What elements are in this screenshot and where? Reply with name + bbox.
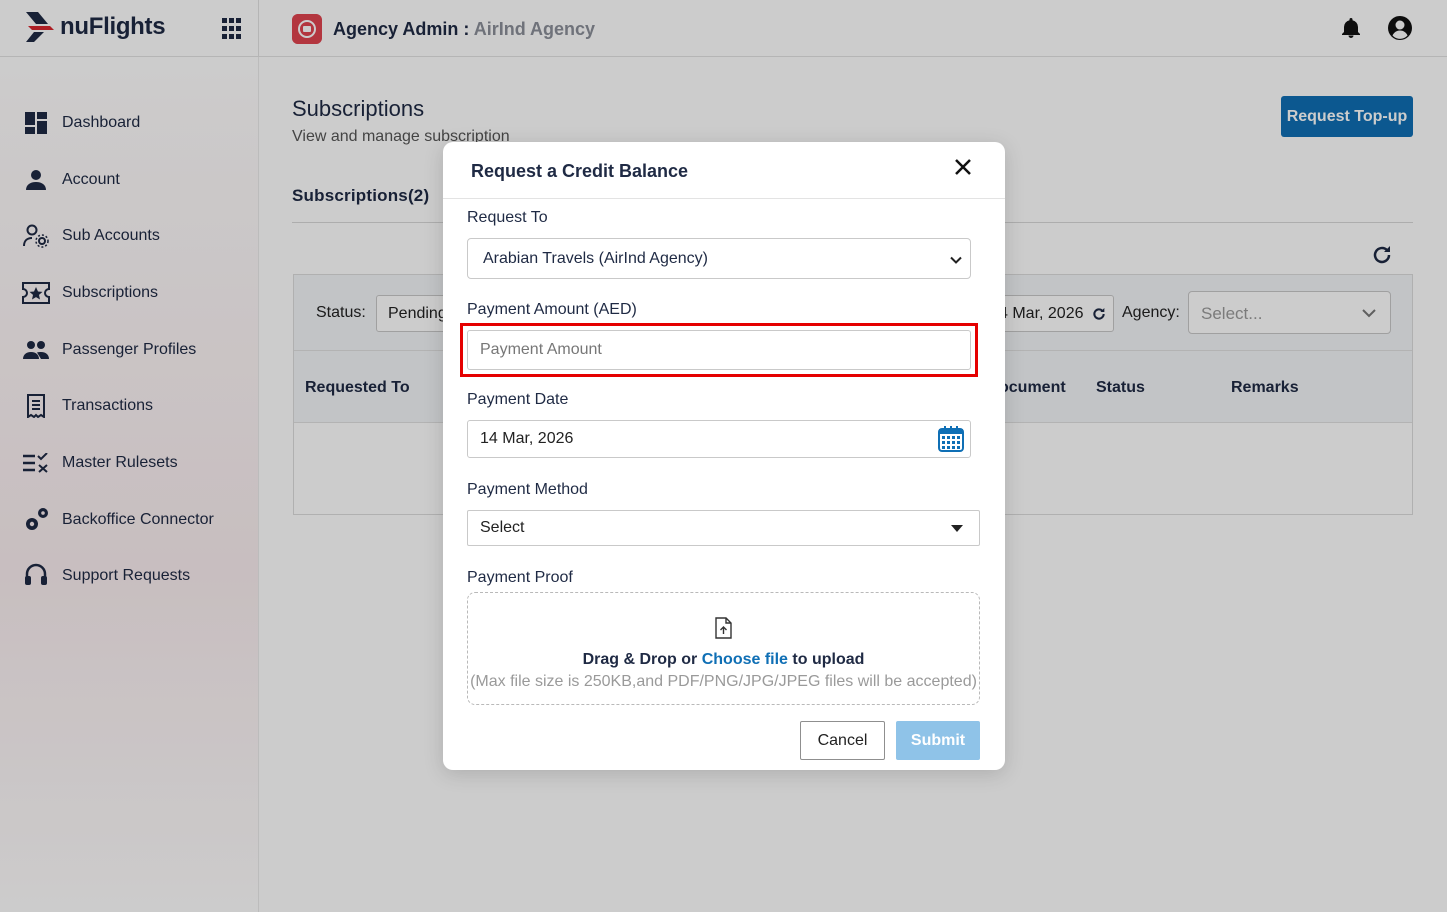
- payment-amount-label: Payment Amount (AED): [467, 301, 637, 318]
- close-icon[interactable]: [952, 156, 974, 178]
- request-to-label: Request To: [467, 209, 548, 226]
- payment-method-value: Select: [480, 519, 525, 536]
- request-credit-balance-modal: Request a Credit Balance Request To Arab…: [443, 142, 1005, 770]
- cancel-button[interactable]: Cancel: [800, 721, 885, 760]
- modal-divider: [443, 198, 1005, 199]
- choose-file-link[interactable]: Choose file: [702, 651, 788, 668]
- payment-date-label: Payment Date: [467, 391, 569, 408]
- calendar-icon[interactable]: [937, 425, 965, 453]
- modal-title: Request a Credit Balance: [471, 161, 689, 181]
- request-to-value: Arabian Travels (AirInd Agency): [483, 250, 708, 267]
- payment-date-value: 14 Mar, 2026: [480, 430, 574, 447]
- payment-amount-input[interactable]: [467, 330, 971, 370]
- payment-proof-label: Payment Proof: [467, 569, 573, 586]
- file-dropzone[interactable]: Drag & Drop or Choose file to upload (Ma…: [467, 592, 980, 705]
- dropzone-instruction: Drag & Drop or Choose file to upload: [468, 651, 979, 669]
- dropzone-text-end: to upload: [792, 651, 865, 668]
- payment-date-field[interactable]: 14 Mar, 2026: [467, 420, 971, 458]
- caret-down-icon: [951, 525, 963, 532]
- chevron-down-icon: [950, 256, 962, 264]
- payment-method-label: Payment Method: [467, 481, 588, 498]
- dropzone-text-start: Drag & Drop or: [582, 651, 698, 668]
- file-upload-icon: [715, 617, 732, 639]
- dropzone-note: (Max file size is 250KB,and PDF/PNG/JPG/…: [470, 673, 977, 690]
- payment-method-select[interactable]: Select: [467, 510, 980, 546]
- request-to-select[interactable]: Arabian Travels (AirInd Agency): [467, 238, 971, 279]
- submit-button[interactable]: Submit: [896, 721, 980, 760]
